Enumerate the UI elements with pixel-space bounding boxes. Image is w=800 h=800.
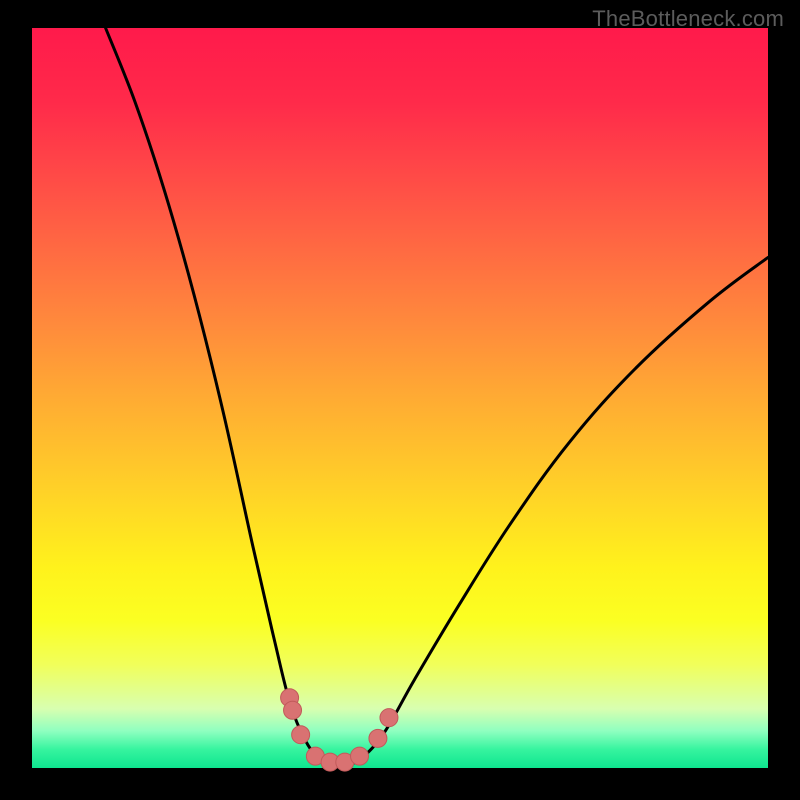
curve-marker <box>369 729 387 747</box>
curve-marker <box>284 701 302 719</box>
curve-line <box>106 28 768 765</box>
curve-marker <box>351 747 369 765</box>
curve-marker <box>380 709 398 727</box>
curve-marker <box>292 726 310 744</box>
chart-frame: TheBottleneck.com <box>0 0 800 800</box>
curve-markers <box>281 689 398 771</box>
bottleneck-curve <box>32 28 768 768</box>
plot-area <box>32 28 768 768</box>
